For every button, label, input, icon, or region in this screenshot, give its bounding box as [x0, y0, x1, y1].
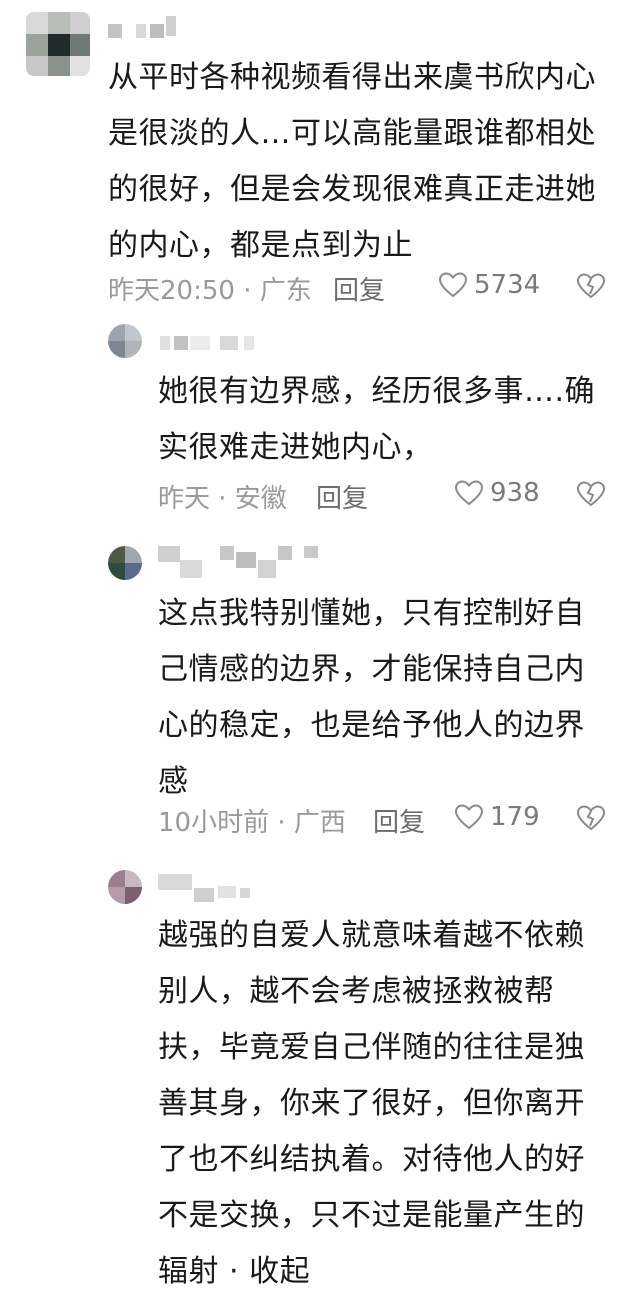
- broken-heart-icon: [576, 805, 606, 831]
- heart-outline-icon: [454, 804, 484, 830]
- like-button[interactable]: 938: [454, 478, 540, 508]
- reply-button[interactable]: 回复: [373, 802, 425, 839]
- username[interactable]: [158, 546, 328, 580]
- comment-1: 从平时各种视频看得出来虞书欣内心 是很淡的人…可以高能量跟谁都相处 的很好，但是…: [0, 0, 636, 310]
- avatar[interactable]: [108, 870, 142, 904]
- time-location: 昨天20:50 · 广东: [108, 276, 312, 306]
- like-button[interactable]: 5734: [438, 270, 540, 300]
- comment-text: 越强的自爱人就意味着越不依赖 别人，越不会考虑被拯救被帮 扶，毕竟爱自己伴随的往…: [158, 918, 585, 1289]
- like-count: 179: [490, 802, 540, 832]
- comment-4: 越强的自爱人就意味着越不依赖 别人，越不会考虑被拯救被帮 扶，毕竟爱自己伴随的往…: [0, 860, 636, 1289]
- username[interactable]: [160, 334, 260, 352]
- comment-meta: 昨天20:50 · 广东 回复 5734: [108, 270, 608, 310]
- reply-button[interactable]: 回复: [333, 270, 385, 307]
- broken-heart-icon: [576, 481, 606, 507]
- heart-outline-icon: [438, 272, 468, 298]
- comment-2: 她很有边界感，经历很多事….确 实很难走进她内心， 昨天 · 安徽 回复 938: [0, 310, 636, 530]
- comment-3: 这点我特别懂她，只有控制好自 己情感的边界，才能保持自己内 心的稳定，也是给予他…: [0, 530, 636, 860]
- username[interactable]: [108, 16, 188, 40]
- time-location: 10小时前 · 广西: [158, 808, 346, 838]
- like-count: 938: [490, 478, 540, 508]
- comment-text: 这点我特别懂她，只有控制好自 己情感的边界，才能保持自己内 心的稳定，也是给予他…: [158, 596, 585, 799]
- comment-text: 她很有边界感，经历很多事….确 实很难走进她内心，: [158, 374, 596, 465]
- comment-meta: 10小时前 · 广西 回复 179: [158, 802, 608, 842]
- like-button[interactable]: 179: [454, 802, 540, 832]
- avatar[interactable]: [108, 324, 142, 358]
- broken-heart-icon: [576, 273, 606, 299]
- avatar[interactable]: [108, 546, 142, 580]
- username[interactable]: [158, 874, 258, 902]
- comment-meta: 昨天 · 安徽 回复 938: [158, 478, 608, 518]
- dislike-button[interactable]: [576, 480, 606, 515]
- time-location: 昨天 · 安徽: [158, 484, 287, 514]
- like-count: 5734: [474, 270, 541, 300]
- heart-outline-icon: [454, 480, 484, 506]
- reply-button[interactable]: 回复: [316, 478, 368, 515]
- comment-text: 从平时各种视频看得出来虞书欣内心 是很淡的人…可以高能量跟谁都相处 的很好，但是…: [108, 60, 596, 263]
- dislike-button[interactable]: [576, 272, 606, 307]
- dislike-button[interactable]: [576, 804, 606, 839]
- avatar[interactable]: [26, 12, 90, 76]
